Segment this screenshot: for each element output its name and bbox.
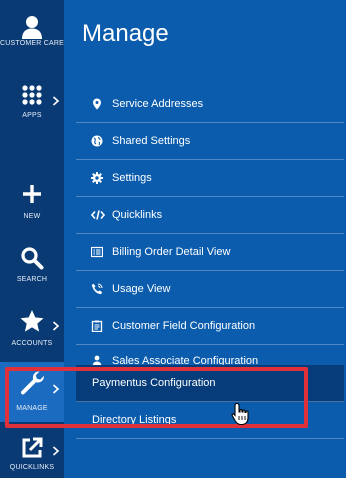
menu-item-label: Sales Associate Configuration: [112, 355, 259, 365]
map-pin-icon: [93, 98, 101, 110]
rail-label: NEW: [23, 213, 41, 220]
menu-item-customer-field-configuration[interactable]: Customer Field Configuration: [76, 308, 344, 345]
rail-item-search[interactable]: SEARCH: [0, 246, 64, 283]
person-icon: [22, 16, 42, 39]
clipboard-icon: [91, 320, 103, 332]
menu-item-sales-associate-configuration[interactable]: Sales Associate Configuration: [76, 345, 344, 365]
person-tie-icon: [92, 355, 102, 365]
menu-item-label: Billing Order Detail View: [112, 246, 231, 258]
phone-icon: [91, 283, 103, 295]
highlight-annotation-box: [5, 367, 308, 428]
code-icon: [91, 210, 105, 220]
rail-item-apps[interactable]: APPS: [0, 84, 64, 119]
menu-item-label: Customer Field Configuration: [112, 320, 256, 332]
rail-item-accounts[interactable]: ACCOUNTS: [0, 309, 64, 347]
globe-icon: [91, 135, 103, 147]
chevron-right-icon: [52, 446, 60, 456]
menu-item-label: Service Addresses: [112, 98, 204, 110]
chevron-right-icon: [52, 321, 60, 331]
plus-icon: [23, 185, 41, 203]
rail-item-customer-care[interactable]: CUSTOMER CARE: [0, 14, 64, 47]
rail-label: CUSTOMER CARE: [0, 40, 64, 47]
menu-item-label: Quicklinks: [112, 209, 163, 221]
menu-item-billing-order-detail-view[interactable]: Billing Order Detail View: [76, 234, 344, 271]
chevron-right-icon: [52, 96, 60, 106]
hand-cursor-icon: [231, 402, 249, 426]
menu-item-usage-view[interactable]: Usage View: [76, 271, 344, 308]
rail-item-new[interactable]: NEW: [0, 184, 64, 220]
menu-item-label: Shared Settings: [112, 135, 191, 147]
menu-item-shared-settings[interactable]: Shared Settings: [76, 123, 344, 160]
page-title: Manage: [82, 20, 169, 47]
rail-label: QUICKLINKS: [9, 464, 55, 471]
rail-item-quicklinks[interactable]: QUICKLINKS: [0, 436, 64, 471]
list-card-icon: [91, 246, 103, 258]
menu-item-label: Usage View: [112, 283, 171, 295]
star-icon: [20, 310, 44, 332]
menu-item-service-addresses[interactable]: Service Addresses: [76, 86, 344, 123]
external-link-icon: [22, 437, 43, 458]
rail-label: SEARCH: [16, 276, 48, 283]
menu-item-quicklinks[interactable]: Quicklinks: [76, 197, 344, 234]
grid-icon: [22, 85, 42, 105]
rail-label: APPS: [22, 112, 42, 119]
rail-label: ACCOUNTS: [11, 340, 53, 347]
menu-item-label: Settings: [112, 172, 152, 184]
menu-item-settings[interactable]: Settings: [76, 160, 344, 197]
search-icon: [21, 247, 44, 270]
gear-icon: [91, 172, 103, 184]
